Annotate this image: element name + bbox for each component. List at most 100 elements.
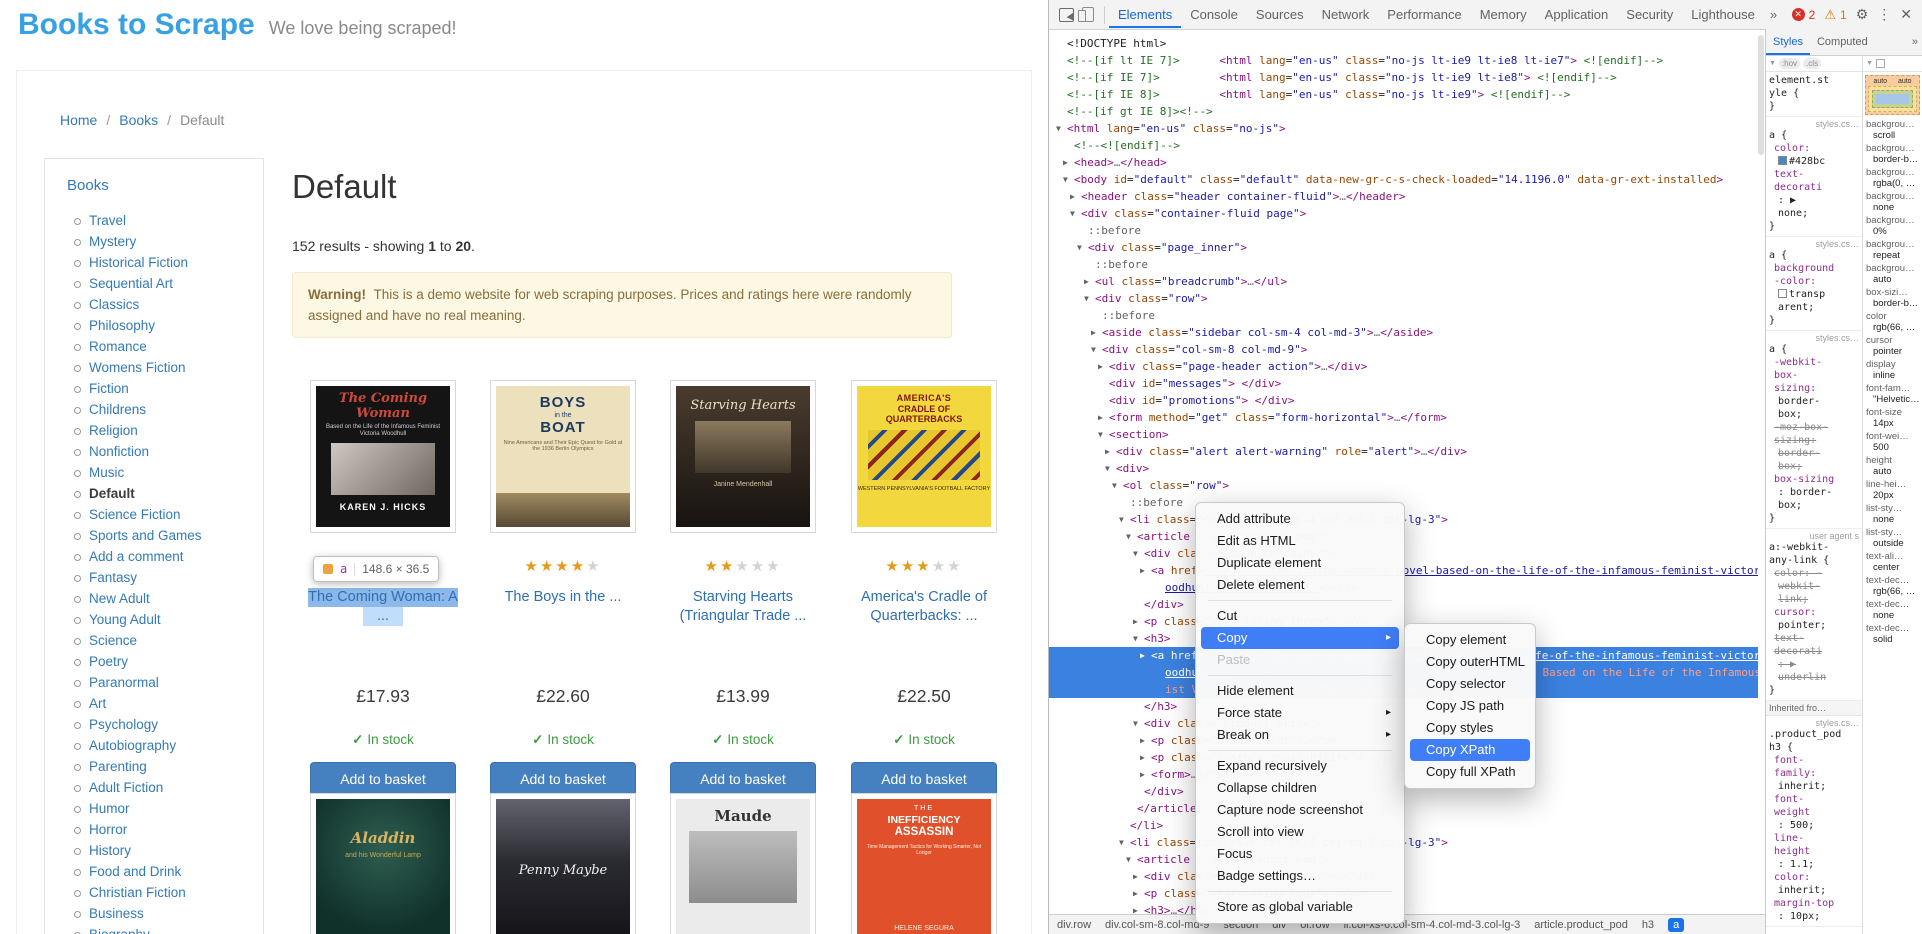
add-to-basket-button[interactable]: Add to basket xyxy=(310,762,456,796)
dom-breadcrumb-h3[interactable]: h3 xyxy=(1642,919,1654,931)
stylesheet-source-link[interactable]: user agent s xyxy=(1769,531,1859,541)
context-menu-item-copy-styles[interactable]: Copy styles xyxy=(1410,717,1530,739)
computed-property-name[interactable]: cursor xyxy=(1863,334,1922,346)
sidebar-item-philosophy[interactable]: Philosophy xyxy=(89,315,263,336)
dom-tree-line[interactable]: ▼<section> xyxy=(1049,426,1758,443)
settings-gear-icon[interactable]: ⚙ xyxy=(1856,6,1869,23)
sidebar-item-add-a-comment[interactable]: Add a comment xyxy=(89,546,263,567)
expand-arrow-icon[interactable]: ▶ xyxy=(1140,766,1151,783)
devtools-tab-sources[interactable]: Sources xyxy=(1247,1,1313,28)
computed-property-name[interactable]: font-size xyxy=(1863,406,1922,418)
collapse-arrow-icon[interactable]: ▼ xyxy=(1133,715,1144,732)
sidebar-item-music[interactable]: Music xyxy=(89,462,263,483)
context-menu-item-cut[interactable]: Cut xyxy=(1201,605,1399,627)
dom-tree-line[interactable]: ▼<div> xyxy=(1049,460,1758,477)
context-menu-item-copy[interactable]: Copy▸ xyxy=(1201,627,1399,649)
computed-property-name[interactable]: backgrou… xyxy=(1863,166,1922,178)
context-menu-item-copy-full-xpath[interactable]: Copy full XPath xyxy=(1410,761,1530,783)
box-model[interactable]: autoauto xyxy=(1865,75,1920,115)
computed-property-name[interactable]: backgrou… xyxy=(1863,214,1922,226)
sidebar-item-default[interactable]: Default xyxy=(89,483,263,504)
sidebar-item-horror[interactable]: Horror xyxy=(89,819,263,840)
product-image-link[interactable]: The Coming WomanBased on the Life of the… xyxy=(310,380,456,533)
devtools-tab-application[interactable]: Application xyxy=(1536,1,1618,28)
stylesheet-source-link[interactable]: styles.cs… xyxy=(1769,119,1859,129)
expand-arrow-icon[interactable]: ▶ xyxy=(1084,273,1095,290)
collapse-arrow-icon[interactable]: ▼ xyxy=(1091,341,1102,358)
more-tabs-icon[interactable]: » xyxy=(1764,7,1783,22)
sidebar-item-sports-and-games[interactable]: Sports and Games xyxy=(89,525,263,546)
context-menu-item-force-state[interactable]: Force state▸ xyxy=(1201,702,1399,724)
expand-arrow-icon[interactable]: ▶ xyxy=(1133,885,1144,902)
dom-tree-line[interactable]: <!--<![endif]--> xyxy=(1049,137,1758,154)
inspect-element-icon[interactable] xyxy=(1059,8,1074,22)
sidebar-item-romance[interactable]: Romance xyxy=(89,336,263,357)
product-image-link[interactable]: Aladdinand his Wonderful Lamp xyxy=(310,793,456,934)
sidebar-item-science[interactable]: Science xyxy=(89,630,263,651)
sidebar-item-christian-fiction[interactable]: Christian Fiction xyxy=(89,882,263,903)
dom-breadcrumb-div-col-sm-8-col-md-9[interactable]: div.col-sm-8.col-md-9 xyxy=(1105,919,1209,931)
css-rule[interactable]: element.style {} xyxy=(1766,72,1862,117)
devtools-tab-elements[interactable]: Elements xyxy=(1109,1,1181,28)
sidebar-item-psychology[interactable]: Psychology xyxy=(89,714,263,735)
stylesheet-source-link[interactable]: styles.cs… xyxy=(1769,239,1859,249)
sidebar-item-paranormal[interactable]: Paranormal xyxy=(89,672,263,693)
context-menu-item-duplicate-element[interactable]: Duplicate element xyxy=(1201,552,1399,574)
collapse-arrow-icon[interactable]: ▼ xyxy=(1063,171,1074,188)
expand-arrow-icon[interactable]: ▶ xyxy=(1098,409,1109,426)
sidebar-item-mystery[interactable]: Mystery xyxy=(89,231,263,252)
device-toolbar-icon[interactable] xyxy=(1082,7,1094,22)
computed-property-name[interactable]: text-dec… xyxy=(1863,574,1922,586)
product-image-link[interactable]: THEINEFFICIENCYASSASSINTime Management T… xyxy=(851,793,997,934)
sidebar-item-young-adult[interactable]: Young Adult xyxy=(89,609,263,630)
computed-property-name[interactable]: backgrou… xyxy=(1863,190,1922,202)
collapse-arrow-icon[interactable]: ▼ xyxy=(1112,477,1123,494)
sidebar-item-historical-fiction[interactable]: Historical Fiction xyxy=(89,252,263,273)
collapse-arrow-icon[interactable]: ▼ xyxy=(1133,545,1144,562)
breadcrumb-home[interactable]: Home xyxy=(60,112,97,128)
context-menu-item-badge-settings[interactable]: Badge settings… xyxy=(1201,865,1399,887)
computed-property-name[interactable]: font-fam… xyxy=(1863,382,1922,394)
sidebar-tab-computed[interactable]: Computed xyxy=(1810,30,1875,55)
expand-arrow-icon[interactable]: ▶ xyxy=(1105,443,1116,460)
computed-property-name[interactable]: list-sty… xyxy=(1863,526,1922,538)
computed-property-name[interactable]: line-hei… xyxy=(1863,478,1922,490)
dom-tree-line[interactable]: ▼<div class="col-sm-8 col-md-9"> xyxy=(1049,341,1758,358)
dom-breadcrumb-article-product-pod[interactable]: article.product_pod xyxy=(1534,919,1628,931)
computed-property-name[interactable]: color xyxy=(1863,310,1922,322)
computed-property-name[interactable]: text-ali… xyxy=(1863,550,1922,562)
devtools-tab-console[interactable]: Console xyxy=(1181,1,1247,28)
computed-property-name[interactable]: backgrou… xyxy=(1863,262,1922,274)
tree-scrollbar[interactable] xyxy=(1758,35,1764,155)
css-rule[interactable]: user agent sa:-webkit-any-link {color: -… xyxy=(1766,529,1862,701)
dom-tree-line[interactable]: <!DOCTYPE html> xyxy=(1049,35,1758,52)
dom-tree-line[interactable]: ▶<head>…</head> xyxy=(1049,154,1758,171)
dom-tree-line[interactable]: ▶<div class="alert alert-warning" role="… xyxy=(1049,443,1758,460)
collapse-arrow-icon[interactable]: ▼ xyxy=(1077,239,1088,256)
dom-tree-line[interactable]: ::before xyxy=(1049,256,1758,273)
error-icon[interactable]: ✕ xyxy=(1792,8,1805,21)
breadcrumb-books[interactable]: Books xyxy=(119,112,158,128)
dom-tree-line[interactable]: ▼<div class="page_inner"> xyxy=(1049,239,1758,256)
context-menu-item-capture-node-screenshot[interactable]: Capture node screenshot xyxy=(1201,799,1399,821)
context-menu-item-expand-recursively[interactable]: Expand recursively xyxy=(1201,755,1399,777)
sidebar-item-fantasy[interactable]: Fantasy xyxy=(89,567,263,588)
product-image-link[interactable]: Starving HeartsJanine Mendenhall xyxy=(670,380,816,533)
expand-arrow-icon[interactable]: ▶ xyxy=(1140,562,1151,579)
expand-arrow-icon[interactable]: ▶ xyxy=(1091,324,1102,341)
sidebar-item-fiction[interactable]: Fiction xyxy=(89,378,263,399)
computed-property-name[interactable]: list-sty… xyxy=(1863,502,1922,514)
sidebar-item-sequential-art[interactable]: Sequential Art xyxy=(89,273,263,294)
dom-tree-line[interactable]: ▼<div class="row"> xyxy=(1049,290,1758,307)
show-all-checkbox[interactable] xyxy=(1876,59,1885,68)
expand-arrow-icon[interactable]: ▶ xyxy=(1133,613,1144,630)
kebab-menu-icon[interactable]: ⋮ xyxy=(1877,6,1891,23)
sidebar-item-art[interactable]: Art xyxy=(89,693,263,714)
collapse-arrow-icon[interactable]: ▼ xyxy=(1119,834,1130,851)
context-menu-item-copy-element[interactable]: Copy element xyxy=(1410,629,1530,651)
collapse-arrow-icon[interactable]: ▼ xyxy=(1098,426,1109,443)
computed-property-name[interactable]: backgrou… xyxy=(1863,238,1922,250)
sidebar-item-autobiography[interactable]: Autobiography xyxy=(89,735,263,756)
color-swatch[interactable] xyxy=(1778,156,1787,165)
collapse-arrow-icon[interactable]: ▼ xyxy=(1105,460,1116,477)
